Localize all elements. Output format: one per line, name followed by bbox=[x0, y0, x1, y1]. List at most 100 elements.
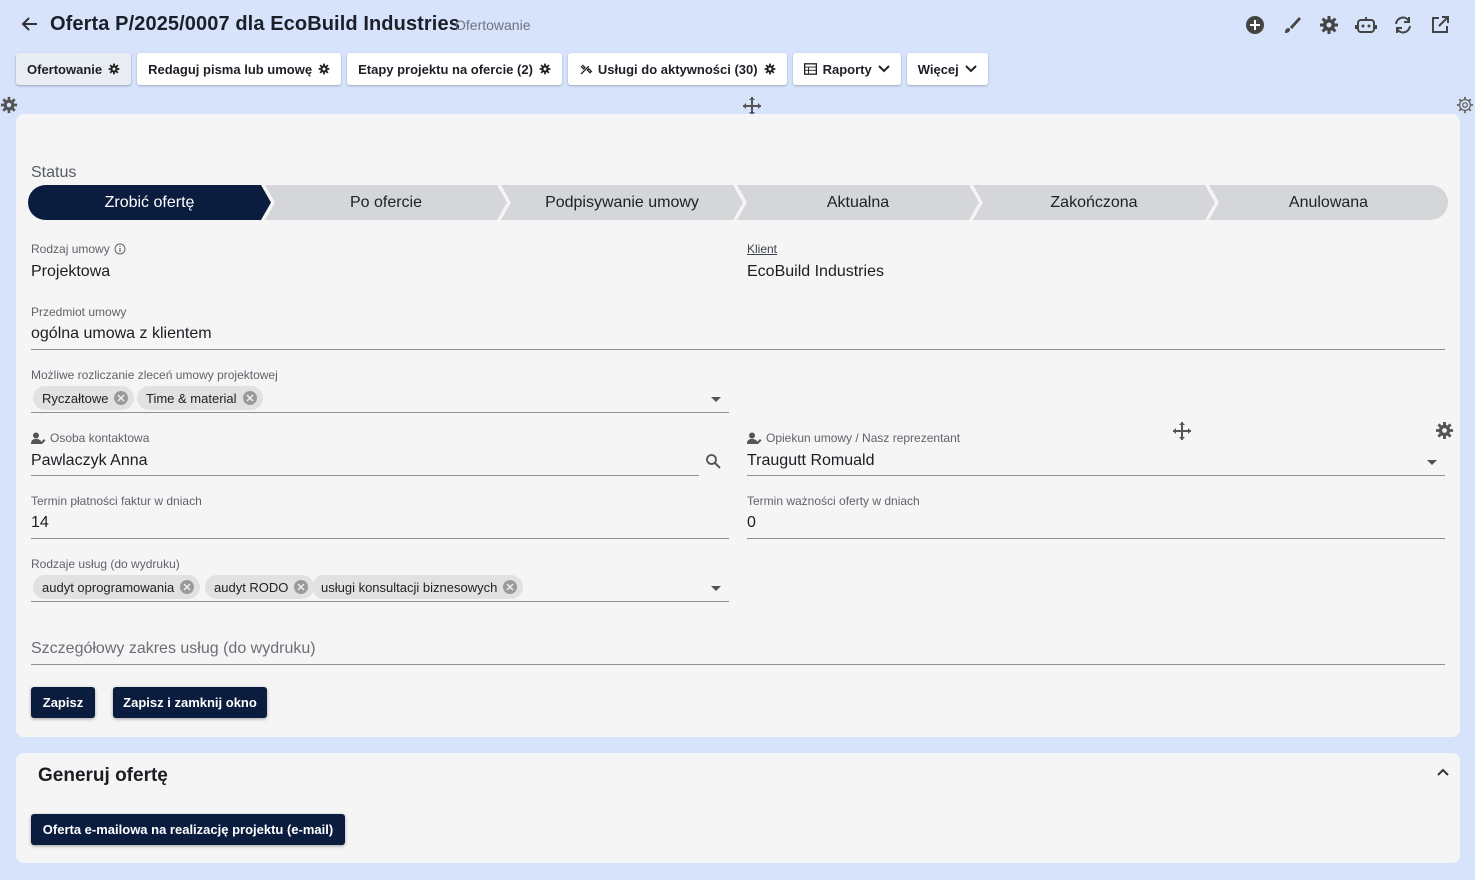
status-step-zakonczona[interactable]: Zakończona bbox=[973, 185, 1215, 220]
header: Oferta P/2025/0007 dla EcoBuild Industri… bbox=[0, 0, 1475, 52]
chip-uslugi-konsultacji: usługi konsultacji biznesowych bbox=[312, 575, 524, 599]
chip-remove-icon[interactable] bbox=[242, 391, 257, 405]
opiekun-select[interactable]: Traugutt Romuald bbox=[747, 452, 874, 470]
tab-raporty[interactable]: Raporty bbox=[792, 53, 901, 85]
rodzaj-umowy-label: Rodzaj umowy bbox=[31, 242, 126, 256]
dropdown-caret-icon[interactable] bbox=[1427, 460, 1437, 465]
chip-remove-icon[interactable] bbox=[503, 580, 518, 594]
chip-label: Ryczałtowe bbox=[42, 390, 109, 406]
generate-offer-title: Generuj ofertę bbox=[38, 765, 168, 786]
opiekun-underline bbox=[747, 475, 1445, 476]
chip-audyt-oprogramowania: audyt oprogramowania bbox=[33, 575, 201, 599]
layout-settings-icon[interactable] bbox=[0, 96, 18, 114]
move-icon[interactable] bbox=[742, 96, 762, 116]
label-text: Opiekun umowy / Nasz reprezentant bbox=[766, 431, 961, 445]
termin-waznosci-label: Termin ważności oferty w dniach bbox=[747, 494, 920, 508]
dropdown-caret-icon[interactable] bbox=[711, 397, 721, 402]
move-icon[interactable] bbox=[1172, 421, 1192, 441]
osoba-kontaktowa-input[interactable]: Pawlaczyk Anna bbox=[31, 452, 148, 470]
chip-label: audyt RODO bbox=[214, 579, 289, 595]
info-icon[interactable] bbox=[114, 243, 126, 255]
osoba-kontaktowa-label: Osoba kontaktowa bbox=[31, 431, 149, 445]
offer-form-card: Status Zrobić ofertę Po ofercie Podpisyw… bbox=[16, 114, 1460, 737]
chip-label: audyt oprogramowania bbox=[42, 579, 175, 595]
tab-label: Usługi do aktywności (30) bbox=[597, 61, 758, 77]
open-external-icon[interactable] bbox=[1429, 14, 1451, 36]
termin-waznosci-input[interactable]: 0 bbox=[747, 514, 756, 532]
header-actions bbox=[1244, 14, 1451, 36]
klient-label[interactable]: Klient bbox=[747, 242, 777, 256]
chip-audyt-rodo: audyt RODO bbox=[205, 575, 315, 599]
label-text: Osoba kontaktowa bbox=[50, 431, 150, 445]
chip-ryczaltowe: Ryczałtowe bbox=[33, 386, 135, 410]
page-title: Oferta P/2025/0007 dla EcoBuild Industri… bbox=[50, 13, 460, 35]
status-label: Status bbox=[31, 164, 77, 181]
gear-icon bbox=[108, 63, 120, 75]
zakres-uslug-input[interactable]: Szczegółowy zakres usług (do wydruku) bbox=[31, 640, 316, 658]
zakres-underline bbox=[31, 664, 1445, 665]
gear-icon bbox=[764, 63, 775, 75]
chip-remove-icon[interactable] bbox=[294, 580, 309, 594]
search-icon[interactable] bbox=[705, 453, 723, 471]
termin-platnosci-label: Termin płatności faktur w dniach bbox=[31, 494, 202, 508]
brush-icon[interactable] bbox=[1281, 14, 1303, 36]
gear-icon bbox=[318, 63, 330, 75]
email-offer-button[interactable]: Oferta e-mailowa na realizację projektu … bbox=[31, 814, 345, 845]
tab-wiecej[interactable]: Więcej bbox=[906, 53, 988, 85]
status-step-aktualna[interactable]: Aktualna bbox=[737, 185, 979, 220]
tab-label: Ofertowanie bbox=[27, 61, 103, 77]
przedmiot-umowy-label: Przedmiot umowy bbox=[31, 305, 127, 319]
osoba-underline bbox=[31, 475, 699, 476]
add-circle-icon[interactable] bbox=[1244, 14, 1266, 36]
status-stepper: Zrobić ofertę Po ofercie Podpisywanie um… bbox=[28, 185, 1448, 220]
chip-label: usługi konsultacji biznesowych bbox=[321, 579, 498, 595]
person-edit-icon bbox=[31, 432, 46, 444]
chip-label: Time & material bbox=[146, 390, 237, 406]
klient-value: EcoBuild Industries bbox=[747, 263, 884, 280]
opiekun-label: Opiekun umowy / Nasz reprezentant bbox=[747, 431, 960, 445]
tab-redaguj-pisma[interactable]: Redaguj pisma lub umowę bbox=[137, 53, 342, 85]
gear-icon[interactable] bbox=[1318, 14, 1340, 36]
tab-uslugi-aktywnosci[interactable]: Usługi do aktywności (30) bbox=[567, 53, 787, 85]
gear-outline-icon[interactable] bbox=[1456, 96, 1475, 116]
table-icon bbox=[803, 63, 817, 75]
rodzaje-uslug-label: Rodzaje usług (do wydruku) bbox=[31, 557, 180, 571]
rodzaj-umowy-value: Projektowa bbox=[31, 263, 111, 280]
termin-platnosci-input[interactable]: 14 bbox=[31, 514, 49, 532]
tab-label: Więcej bbox=[917, 61, 959, 77]
tab-etapy-projektu[interactable]: Etapy projektu na ofercie (2) bbox=[347, 53, 562, 85]
generate-offer-card: Generuj ofertę Oferta e-mailowa na reali… bbox=[16, 753, 1460, 863]
toolbar-tabs: Ofertowanie Redaguj pisma lub umowę Etap… bbox=[16, 53, 988, 85]
save-and-close-button[interactable]: Zapisz i zamknij okno bbox=[113, 687, 267, 718]
dropdown-caret-icon[interactable] bbox=[711, 586, 721, 591]
robot-icon[interactable] bbox=[1355, 14, 1377, 36]
tab-label: Etapy projektu na ofercie (2) bbox=[358, 61, 533, 77]
status-step-po-ofercie[interactable]: Po ofercie bbox=[265, 185, 507, 220]
termin-platnosci-underline bbox=[31, 538, 729, 539]
gear-icon bbox=[539, 63, 551, 75]
chevron-up-icon[interactable] bbox=[1436, 765, 1452, 781]
tools-icon bbox=[580, 63, 592, 75]
chevron-down-icon bbox=[877, 65, 890, 73]
chip-remove-icon[interactable] bbox=[180, 580, 195, 594]
tab-label: Redaguj pisma lub umowę bbox=[148, 61, 313, 77]
status-step-anulowana[interactable]: Anulowana bbox=[1209, 185, 1448, 220]
label-text: Rodzaj umowy bbox=[31, 242, 110, 256]
back-arrow-icon[interactable] bbox=[18, 12, 42, 36]
rodzaje-uslug-underline bbox=[31, 601, 729, 602]
tab-label: Raporty bbox=[822, 61, 872, 77]
chevron-down-icon bbox=[965, 65, 977, 73]
rozliczanie-label: Możliwe rozliczanie zleceń umowy projekt… bbox=[31, 368, 278, 382]
status-step-zrobic-oferte[interactable]: Zrobić ofertę bbox=[28, 185, 271, 220]
page-subtitle: Ofertowanie bbox=[455, 17, 531, 33]
przedmiot-umowy-input[interactable]: ogólna umowa z klientem bbox=[31, 325, 212, 343]
save-button[interactable]: Zapisz bbox=[31, 687, 95, 718]
gear-icon[interactable] bbox=[1435, 421, 1455, 441]
rozliczanie-underline bbox=[31, 412, 729, 413]
refresh-icon[interactable] bbox=[1392, 14, 1414, 36]
termin-waznosci-underline bbox=[747, 538, 1445, 539]
chip-time-material: Time & material bbox=[137, 386, 263, 410]
status-step-podpisywanie-umowy[interactable]: Podpisywanie umowy bbox=[501, 185, 743, 220]
tab-ofertowanie[interactable]: Ofertowanie bbox=[16, 53, 132, 85]
chip-remove-icon[interactable] bbox=[114, 391, 129, 405]
